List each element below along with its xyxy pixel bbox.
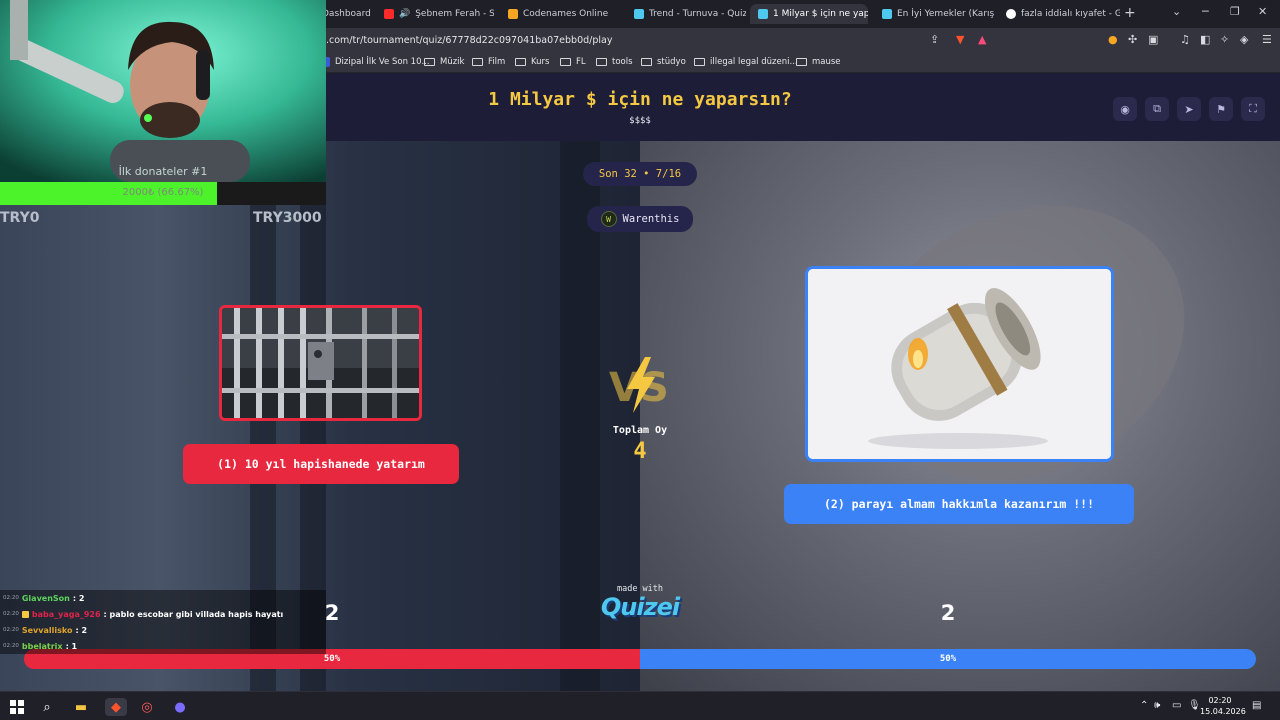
speaker-icon: 🔊 xyxy=(399,9,411,19)
bookmark-folder-film[interactable]: Film xyxy=(472,57,505,67)
search-icon[interactable]: ⌕ xyxy=(38,698,56,716)
left-option-button[interactable]: (1) 10 yıl hapishanede yatarım xyxy=(183,444,459,484)
left-option-image[interactable] xyxy=(219,305,422,421)
folder-icon xyxy=(472,58,483,66)
bookmark-folder-tools[interactable]: tools xyxy=(596,57,633,67)
fullscreen-icon[interactable]: ⛶ xyxy=(1241,97,1265,121)
vpn-icon[interactable]: ◈ xyxy=(1240,33,1248,46)
music-icon[interactable]: ♫ xyxy=(1180,33,1190,46)
chat-message: 02:20 bbelatrix : 1 xyxy=(0,638,326,654)
bookmark-dizipal[interactable]: Dizipal İlk Ve Son 10... xyxy=(320,57,430,67)
sidebar-icon[interactable]: ◧ xyxy=(1200,33,1210,46)
quizei-icon xyxy=(758,9,768,19)
tab-codenames[interactable]: Codenames Online xyxy=(500,4,620,24)
share-icon[interactable]: ⇪ xyxy=(930,33,939,46)
folder-icon xyxy=(796,58,807,66)
send-icon[interactable]: ➤ xyxy=(1177,97,1201,121)
donation-goal-label: İlk donateler #1 xyxy=(118,165,208,178)
quizei-logo[interactable]: Quizei xyxy=(580,593,700,621)
brave-rewards-icon[interactable]: ▲ xyxy=(978,33,986,46)
user-badge[interactable]: W Warenthis xyxy=(587,206,693,232)
extensions-icon[interactable]: ✣ xyxy=(1128,33,1137,46)
brave-shield-icon[interactable]: ▼ xyxy=(956,33,964,46)
microphone-icon[interactable]: 🎙 xyxy=(1188,700,1201,711)
windows-taskbar: ⌕ ▬ ◆ ◎ ● ⌃ 🕪 ▭ 🎙 02:20 15.04.2026 ▤ xyxy=(0,691,1280,720)
right-option-button[interactable]: (2) parayı almam hakkımla kazanırım !!! xyxy=(784,484,1134,524)
bookmark-folder-mause[interactable]: mause xyxy=(796,57,841,67)
windows-start-icon[interactable] xyxy=(8,698,26,716)
right-vote-count: 2 xyxy=(940,601,956,625)
share-link-icon[interactable]: ⧉ xyxy=(1145,97,1169,121)
close-window-button[interactable]: ✕ xyxy=(1258,5,1267,18)
folder-icon xyxy=(694,58,705,66)
chat-badge-icon xyxy=(21,610,29,618)
quizei-icon xyxy=(882,9,892,19)
obs-icon[interactable]: ◎ xyxy=(138,698,156,716)
bookmark-folder-illegal[interactable]: illegal legal düzeni... xyxy=(694,57,798,67)
chat-message: 02:20 GlavenSon : 2 xyxy=(0,590,326,606)
flag-icon[interactable]: ⚑ xyxy=(1209,97,1233,121)
brave-browser-icon[interactable]: ◆ xyxy=(105,698,127,716)
streamer-webcam: İlk donateler #1 xyxy=(0,0,326,182)
volume-icon[interactable]: 🕪 xyxy=(1154,700,1160,711)
folder-icon xyxy=(424,58,435,66)
tab-list-chevron-icon[interactable]: ⌄ xyxy=(1172,5,1181,18)
new-tab-button[interactable]: + xyxy=(1124,5,1136,21)
donation-goal-bar: 2000₺ (66.67%) xyxy=(0,182,326,205)
bookmark-folder-fl[interactable]: FL xyxy=(560,57,586,67)
round-badge: Son 32 • 7/16 xyxy=(583,162,697,186)
wallet-icon[interactable]: ● xyxy=(1108,33,1118,46)
media-icon[interactable]: ▣ xyxy=(1148,33,1158,46)
tab-sebnem-ferah[interactable]: 🔊 Şebnem Ferah - Sigar xyxy=(376,4,494,24)
codenames-icon xyxy=(508,9,518,19)
donation-range-min: TRY0 xyxy=(0,210,40,226)
right-vote-percent: 50% xyxy=(640,649,1256,669)
folder-icon xyxy=(560,58,571,66)
leo-ai-icon[interactable]: ✧ xyxy=(1220,33,1229,46)
quizei-icon xyxy=(634,9,644,19)
folder-icon xyxy=(641,58,652,66)
avatar: W xyxy=(600,211,617,227)
versus-icon: VS xyxy=(609,357,669,413)
stream-chat: 02:20 GlavenSon : 2 02:20 baba_yaga_926 … xyxy=(0,590,326,654)
total-votes-count: 4 xyxy=(633,439,647,464)
network-icon[interactable]: ▭ xyxy=(1172,700,1181,711)
bookmark-folder-muzik[interactable]: Müzik xyxy=(424,57,464,67)
url-field[interactable]: .com/tr/tournament/quiz/67778d22c097041b… xyxy=(326,35,612,46)
restore-button[interactable]: ❐ xyxy=(1230,5,1240,18)
file-explorer-icon[interactable]: ▬ xyxy=(72,698,90,716)
folder-icon xyxy=(515,58,526,66)
donation-goal-text: 2000₺ (66.67%) xyxy=(122,187,204,198)
tray-chevron-icon[interactable]: ⌃ xyxy=(1140,700,1148,711)
tab-google-search[interactable]: fazla iddialı kıyafet - Goog xyxy=(998,4,1120,24)
money-roll-image xyxy=(808,269,1111,459)
notifications-icon[interactable]: ▤ xyxy=(1252,700,1261,711)
google-icon xyxy=(1006,9,1016,19)
chat-message: 02:20 Sevvallisko : 2 xyxy=(0,622,326,638)
webcam-video xyxy=(0,0,326,182)
donation-range-max: TRY3000 xyxy=(253,210,322,226)
minimize-button[interactable]: ─ xyxy=(1202,5,1209,18)
tab-1-milyar-active[interactable]: 1 Milyar $ için ne yapa ✕ xyxy=(750,4,868,24)
right-option-image[interactable] xyxy=(805,266,1114,462)
chat-message: 02:20 baba_yaga_926 : pablo escobar gibi… xyxy=(0,606,326,622)
discord-icon[interactable]: ● xyxy=(171,698,189,716)
tab-trend-turnuva[interactable]: Trend - Turnuva - Quizei xyxy=(626,4,746,24)
prison-bars-image xyxy=(222,308,419,418)
eye-icon[interactable]: ◉ xyxy=(1113,97,1137,121)
tab-en-iyi-yemekler[interactable]: En İyi Yemekler (Karışık) xyxy=(874,4,994,24)
menu-icon[interactable]: ☰ xyxy=(1262,33,1272,46)
total-votes-label: Toplam Oy xyxy=(612,425,668,436)
bookmark-folder-studyo[interactable]: stüdyo xyxy=(641,57,686,67)
bookmark-folder-kurs[interactable]: Kurs xyxy=(515,57,549,67)
folder-icon xyxy=(596,58,607,66)
youtube-icon xyxy=(384,9,394,19)
taskbar-clock[interactable]: 02:20 15.04.2026 xyxy=(1200,695,1246,717)
